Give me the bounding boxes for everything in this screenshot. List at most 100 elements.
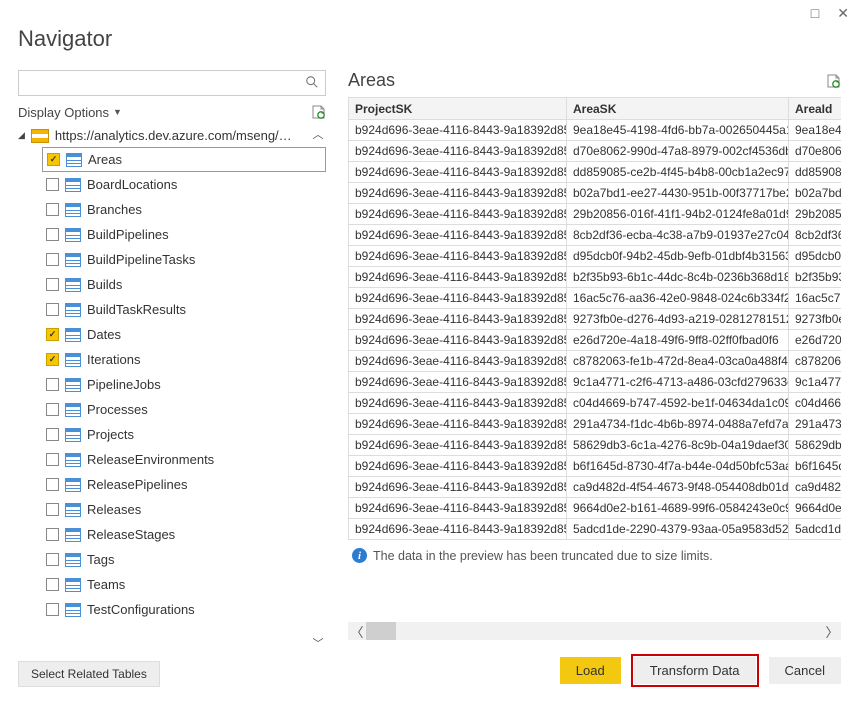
tree-item-buildpipelinetasks[interactable]: BuildPipelineTasks: [42, 247, 326, 272]
table-row[interactable]: b924d696-3eae-4116-8443-9a18392d8544ca9d…: [349, 477, 842, 498]
tree-item-areas[interactable]: Areas: [42, 147, 326, 172]
table-row[interactable]: b924d696-3eae-4116-8443-9a18392d85449c1a…: [349, 372, 842, 393]
navigator-window: □ ✕ Navigator Display Options ▼: [0, 0, 859, 701]
checkbox[interactable]: [46, 378, 59, 391]
tree-item-buildtaskresults[interactable]: BuildTaskResults: [42, 297, 326, 322]
tree-item-buildpipelines[interactable]: BuildPipelines: [42, 222, 326, 247]
scroll-thumb[interactable]: [366, 622, 396, 640]
column-header[interactable]: AreaId: [789, 98, 842, 120]
maximize-icon[interactable]: □: [811, 6, 819, 20]
transform-data-button[interactable]: Transform Data: [634, 657, 756, 684]
checkbox[interactable]: [46, 528, 59, 541]
scroll-up-icon[interactable]: ︿: [313, 126, 324, 142]
table-row[interactable]: b924d696-3eae-4116-8443-9a18392d85449664…: [349, 498, 842, 519]
checkbox[interactable]: [46, 403, 59, 416]
table-row[interactable]: b924d696-3eae-4116-8443-9a18392d8544d70e…: [349, 141, 842, 162]
tree-item-processes[interactable]: Processes: [42, 397, 326, 422]
checkbox[interactable]: [46, 503, 59, 516]
checkbox[interactable]: [46, 553, 59, 566]
tree-item-iterations[interactable]: Iterations: [42, 347, 326, 372]
table-row[interactable]: b924d696-3eae-4116-8443-9a18392d85448cb2…: [349, 225, 842, 246]
tree-item-dates[interactable]: Dates: [42, 322, 326, 347]
cell: 16ac5c76-aa36-42e0-9848-024c6b334f2f: [567, 288, 789, 309]
tree-scrollbar[interactable]: ︿ ﹀: [310, 126, 326, 651]
tree-item-branches[interactable]: Branches: [42, 197, 326, 222]
table-row[interactable]: b924d696-3eae-4116-8443-9a18392d8544291a…: [349, 414, 842, 435]
tree-item-pipelinejobs[interactable]: PipelineJobs: [42, 372, 326, 397]
checkbox[interactable]: [46, 328, 59, 341]
footer-buttons: Load Transform Data Cancel: [348, 654, 841, 687]
tree-item-releasestages[interactable]: ReleaseStages: [42, 522, 326, 547]
tree-item-releaseenvironments[interactable]: ReleaseEnvironments: [42, 447, 326, 472]
close-icon[interactable]: ✕: [837, 6, 849, 20]
tree-item-projects[interactable]: Projects: [42, 422, 326, 447]
checkbox[interactable]: [46, 178, 59, 191]
scroll-down-icon[interactable]: ﹀: [313, 635, 324, 651]
checkbox[interactable]: [46, 428, 59, 441]
tree-item-releases[interactable]: Releases: [42, 497, 326, 522]
table-icon: [65, 603, 81, 617]
refresh-icon[interactable]: [310, 104, 326, 120]
table-row[interactable]: b924d696-3eae-4116-8443-9a18392d8544d95d…: [349, 246, 842, 267]
table-row[interactable]: b924d696-3eae-4116-8443-9a18392d8544b2f3…: [349, 267, 842, 288]
search-input[interactable]: [25, 75, 305, 92]
tree-item-label: BoardLocations: [87, 177, 177, 192]
column-header[interactable]: ProjectSK: [349, 98, 567, 120]
select-related-tables-button[interactable]: Select Related Tables: [18, 661, 160, 687]
tree-item-label: BuildPipelineTasks: [87, 252, 195, 267]
load-button[interactable]: Load: [560, 657, 621, 684]
window-controls: □ ✕: [811, 6, 849, 20]
cell: 8cb2df36: [789, 225, 842, 246]
checkbox[interactable]: [46, 203, 59, 216]
table-row[interactable]: b924d696-3eae-4116-8443-9a18392d8544c878…: [349, 351, 842, 372]
tree-item-tags[interactable]: Tags: [42, 547, 326, 572]
tree-item-label: Iterations: [87, 352, 140, 367]
table-row[interactable]: b924d696-3eae-4116-8443-9a18392d8544c04d…: [349, 393, 842, 414]
table-row[interactable]: b924d696-3eae-4116-8443-9a18392d8544dd85…: [349, 162, 842, 183]
tree-item-testconfigurations[interactable]: TestConfigurations: [42, 597, 326, 622]
scroll-right-icon[interactable]: 〉: [823, 622, 841, 641]
cell: 58629db3-6c1a-4276-8c9b-04a19daef30a: [567, 435, 789, 456]
checkbox[interactable]: [47, 153, 60, 166]
checkbox[interactable]: [46, 603, 59, 616]
table-icon: [65, 303, 81, 317]
display-options-dropdown[interactable]: Display Options ▼: [18, 105, 122, 120]
horizontal-scrollbar[interactable]: 〈 〉: [348, 622, 841, 640]
tree-item-builds[interactable]: Builds: [42, 272, 326, 297]
tree-item-label: Projects: [87, 427, 134, 442]
table-row[interactable]: b924d696-3eae-4116-8443-9a18392d8544b02a…: [349, 183, 842, 204]
tree-item-label: Builds: [87, 277, 122, 292]
table-row[interactable]: b924d696-3eae-4116-8443-9a18392d8544e26d…: [349, 330, 842, 351]
tree-item-label: Tags: [87, 552, 114, 567]
checkbox[interactable]: [46, 578, 59, 591]
table-row[interactable]: b924d696-3eae-4116-8443-9a18392d85445862…: [349, 435, 842, 456]
checkbox[interactable]: [46, 303, 59, 316]
checkbox[interactable]: [46, 353, 59, 366]
table-row[interactable]: b924d696-3eae-4116-8443-9a18392d85445adc…: [349, 519, 842, 540]
preview-refresh-icon[interactable]: [825, 73, 841, 89]
cancel-button[interactable]: Cancel: [769, 657, 841, 684]
checkbox[interactable]: [46, 253, 59, 266]
table-row[interactable]: b924d696-3eae-4116-8443-9a18392d854429b2…: [349, 204, 842, 225]
connection-node[interactable]: ◢ https://analytics.dev.azure.com/mseng/…: [18, 126, 326, 147]
column-header[interactable]: AreaSK: [567, 98, 789, 120]
table-row[interactable]: b924d696-3eae-4116-8443-9a18392d85449273…: [349, 309, 842, 330]
checkbox[interactable]: [46, 478, 59, 491]
table-row[interactable]: b924d696-3eae-4116-8443-9a18392d85449ea1…: [349, 120, 842, 141]
tree-item-teams[interactable]: Teams: [42, 572, 326, 597]
tree-item-boardlocations[interactable]: BoardLocations: [42, 172, 326, 197]
collapse-icon[interactable]: ◢: [18, 130, 25, 141]
checkbox[interactable]: [46, 278, 59, 291]
cell: 8cb2df36-ecba-4c38-a7b9-01937e27c047: [567, 225, 789, 246]
search-box[interactable]: [18, 70, 326, 96]
table-row[interactable]: b924d696-3eae-4116-8443-9a18392d854416ac…: [349, 288, 842, 309]
table-row[interactable]: b924d696-3eae-4116-8443-9a18392d8544b6f1…: [349, 456, 842, 477]
tree-item-releasepipelines[interactable]: ReleasePipelines: [42, 472, 326, 497]
cell: 9c1a4771: [789, 372, 842, 393]
cell: b02a7bd1: [789, 183, 842, 204]
checkbox[interactable]: [46, 228, 59, 241]
tree-item-label: Releases: [87, 502, 141, 517]
search-icon[interactable]: [305, 75, 319, 92]
checkbox[interactable]: [46, 453, 59, 466]
scroll-left-icon[interactable]: 〈: [348, 622, 366, 641]
